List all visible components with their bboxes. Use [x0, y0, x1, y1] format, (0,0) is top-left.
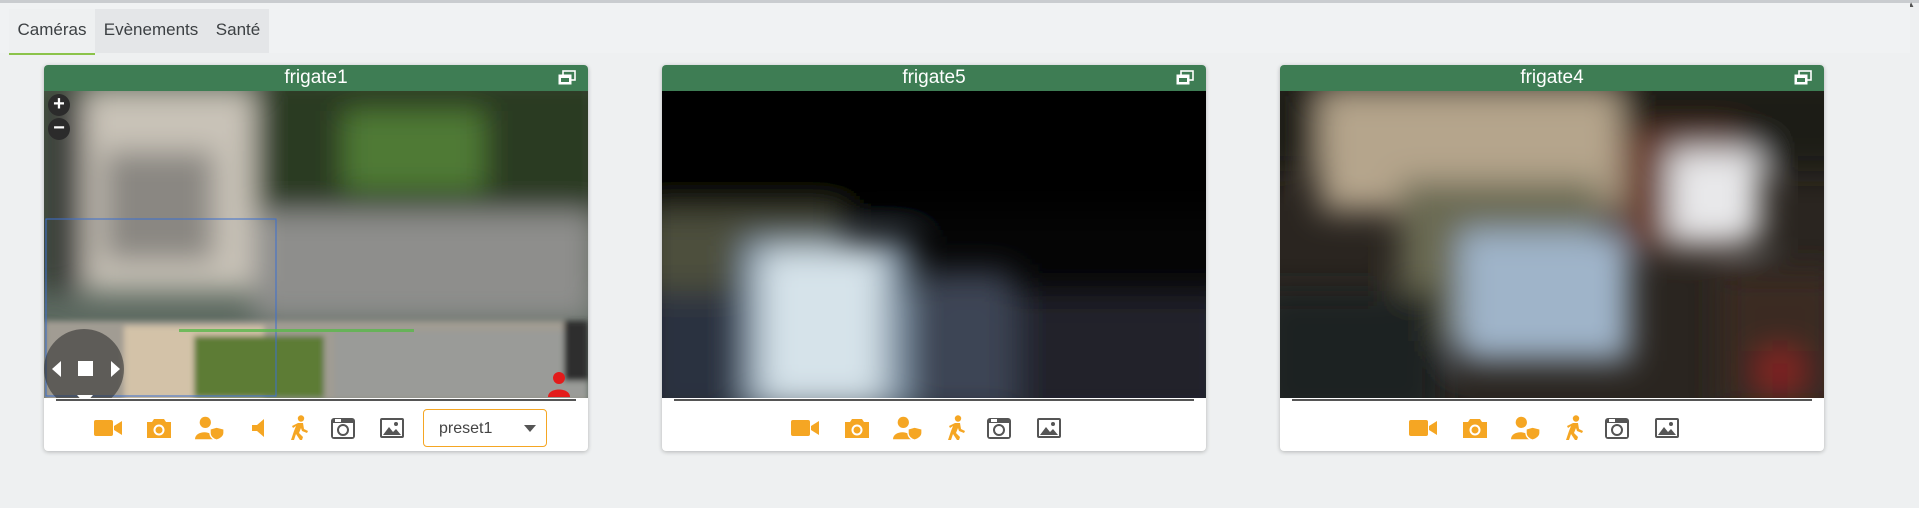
- timeline-bar[interactable]: [56, 399, 576, 401]
- camera-video-feed[interactable]: [1280, 91, 1824, 398]
- camera-title-bar: frigate5: [662, 65, 1206, 91]
- motion-person-icon[interactable]: [284, 414, 314, 442]
- pan-left-icon[interactable]: [52, 361, 61, 377]
- speaker-icon[interactable]: [244, 414, 274, 442]
- timeline-bar[interactable]: [1292, 399, 1812, 401]
- preset-select[interactable]: preset1: [423, 409, 547, 447]
- tab-cameras[interactable]: Caméras: [9, 9, 95, 55]
- person-detected-icon: [548, 372, 570, 397]
- camera-card-frigate5: frigate5: [662, 65, 1206, 451]
- camera-name: frigate4: [1520, 67, 1584, 88]
- zoom-out-button[interactable]: −: [48, 118, 70, 140]
- snapshot-camera-icon[interactable]: [1460, 414, 1490, 442]
- camera-card-frigate4: frigate4: [1280, 65, 1824, 451]
- preset-selected-value: preset1: [439, 420, 493, 437]
- tilt-down-icon[interactable]: [77, 395, 93, 398]
- motion-person-icon[interactable]: [941, 414, 971, 442]
- gallery-icon[interactable]: [1652, 414, 1682, 442]
- camera-title-bar: frigate1: [44, 65, 588, 91]
- video-record-icon[interactable]: [1408, 414, 1438, 442]
- video-frame: [44, 91, 588, 398]
- recordings-icon[interactable]: [1602, 414, 1632, 442]
- tab-events[interactable]: Evènements: [95, 9, 207, 53]
- zoom-in-button[interactable]: +: [48, 94, 70, 116]
- ptz-stop-button[interactable]: [78, 361, 93, 376]
- user-shield-icon[interactable]: [893, 414, 923, 442]
- tab-bar: Caméras Evènements Santé: [0, 3, 1910, 55]
- snapshot-camera-icon[interactable]: [842, 414, 872, 442]
- camera-toolbar: [662, 408, 1206, 448]
- timeline-bar[interactable]: [674, 399, 1194, 401]
- gallery-icon[interactable]: [1034, 414, 1064, 442]
- chevron-down-icon: [524, 425, 536, 432]
- video-frame: [1280, 91, 1824, 398]
- video-record-icon[interactable]: [93, 414, 123, 442]
- pan-right-icon[interactable]: [111, 361, 120, 377]
- video-record-icon[interactable]: [790, 414, 820, 442]
- recordings-icon[interactable]: [328, 414, 358, 442]
- snapshot-camera-icon[interactable]: [144, 414, 174, 442]
- camera-name: frigate5: [902, 67, 966, 88]
- camera-toolbar: [1280, 408, 1824, 448]
- motion-person-icon[interactable]: [1559, 414, 1589, 442]
- popout-window-icon[interactable]: [1176, 70, 1194, 85]
- camera-video-feed[interactable]: [662, 91, 1206, 398]
- camera-card-frigate1: frigate1 + − preset1: [44, 65, 588, 451]
- popout-window-icon[interactable]: [558, 70, 576, 85]
- user-shield-icon[interactable]: [1511, 414, 1541, 442]
- popout-window-icon[interactable]: [1794, 70, 1812, 85]
- camera-name: frigate1: [284, 67, 348, 88]
- camera-video-feed[interactable]: + −: [44, 91, 588, 398]
- recordings-icon[interactable]: [984, 414, 1014, 442]
- camera-title-bar: frigate4: [1280, 65, 1824, 91]
- video-frame: [662, 91, 1206, 398]
- tab-health[interactable]: Santé: [207, 9, 269, 53]
- gallery-icon[interactable]: [377, 414, 407, 442]
- user-shield-icon[interactable]: [195, 414, 225, 442]
